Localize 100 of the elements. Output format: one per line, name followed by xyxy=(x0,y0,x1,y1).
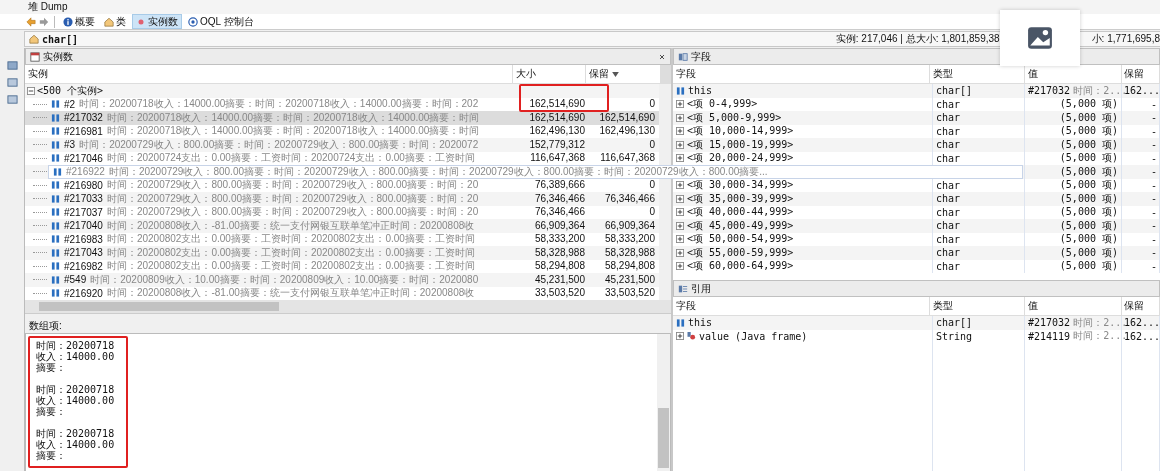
table-row[interactable]: #217037 时间：20200729收入：800.00摘要：时间：20200729收入：800.00摘要：时间：20 76,346,466 0 xyxy=(25,205,659,219)
column-header[interactable]: 保留 xyxy=(1122,65,1160,83)
column-header[interactable]: 类型 xyxy=(930,297,1025,315)
table-row[interactable]: #2 时间：20200718收入：14000.00摘要：时间：20200718收入：14000.00摘要：时间：202 162,514,690 0 xyxy=(25,97,659,111)
expand-icon[interactable] xyxy=(676,262,684,271)
size-value: 66,909,364 xyxy=(534,220,585,231)
instance-icon xyxy=(51,208,60,217)
expand-icon[interactable] xyxy=(676,235,684,244)
expand-icon[interactable] xyxy=(676,248,684,257)
expand-icon[interactable] xyxy=(676,208,684,217)
instance-id: #217046 xyxy=(64,152,103,164)
column-header[interactable]: 值 xyxy=(1025,297,1122,315)
scrollbar-thumb[interactable] xyxy=(658,408,669,468)
column-header[interactable]: 类型 xyxy=(930,65,1025,83)
class-icon xyxy=(104,16,114,27)
retained-value: 33,503,520 xyxy=(604,288,655,299)
table-row[interactable]: #216982 时间：20200802支出：0.00摘要：工资时间：20200802支出：0.00摘要：工资时间 58,294,808 58,294,808 xyxy=(25,259,659,273)
field-name: <项 50,000-54,999> xyxy=(687,232,794,247)
table-row[interactable]: #216980 时间：20200729收入：800.00摘要：时间：20200729收入：800.00摘要：时间：20 76,389,666 0 xyxy=(25,178,659,192)
scrollbar[interactable] xyxy=(25,300,671,313)
value-preview: 时间：20200718收入：14000.00摘要：时间：20200718收入：14000.00摘要：时间 xyxy=(106,124,480,139)
column-header[interactable]: 值 xyxy=(1025,65,1122,83)
column-header[interactable]: 字段 xyxy=(673,297,930,315)
table-row[interactable]: #216983 时间：20200802支出：0.00摘要：工资时间：20200802支出：0.00摘要：工资时间 58,333,200 58,333,200 xyxy=(25,232,659,246)
size-value: 162,514,690 xyxy=(529,112,585,123)
tree-node-icon[interactable] xyxy=(6,94,18,105)
size-value: 116,647,368 xyxy=(530,153,585,164)
group-label: <500 个实例> xyxy=(37,83,104,98)
retained-value: - xyxy=(1150,206,1157,218)
field-name: this xyxy=(688,85,713,97)
retained-value: 0 xyxy=(649,180,655,191)
field-value: #214119 xyxy=(1028,330,1071,342)
text-line: 摘要： xyxy=(36,450,67,461)
section-label: 数组项: xyxy=(25,319,671,333)
expand-icon[interactable] xyxy=(676,332,684,341)
field-name: value (Java frame) xyxy=(699,330,808,342)
table-icon xyxy=(30,51,40,62)
table-row[interactable]: #217033 时间：20200729收入：800.00摘要：时间：20200729收入：800.00摘要：时间：20 76,346,466 76,346,466 xyxy=(25,192,659,206)
window-title: 堆 Dump xyxy=(28,0,68,14)
table-row[interactable]: #216981 时间：20200718收入：14000.00摘要：时间：20200718收入：14000.00摘要：时间 162,496,130 162,496,130 xyxy=(25,124,659,138)
table-row[interactable]: #217043 时间：20200802支出：0.00摘要：工资时间：20200802支出：0.00摘要：工资时间 58,328,988 58,328,988 xyxy=(25,246,659,260)
forward-arrow-icon[interactable] xyxy=(39,16,49,27)
table-row[interactable]: #3 时间：20200729收入：800.00摘要：时间：20200729收入：800.00摘要：时间：2020072 152,779,312 0 xyxy=(25,138,659,152)
table-row[interactable]: #217032 时间：20200718收入：14000.00摘要：时间：20200718收入：14000.00摘要：时间 162,514,690 162,514,690 xyxy=(25,111,659,125)
table-row[interactable]: #217046 时间：20200724支出：0.00摘要：工资时间：20200724支出：0.00摘要：工资时间 116,647,368 116,647,368 xyxy=(25,151,659,165)
expand-icon[interactable] xyxy=(676,140,684,149)
back-arrow-icon[interactable] xyxy=(26,16,36,27)
instance-icon xyxy=(51,100,60,109)
text-area[interactable]: 时间：20200718 收入：14000.00 摘要： 时间：20200718 收入：14000.00 摘要： 时间：20200718 收入：14000.00 摘要： xyxy=(25,333,671,471)
collapse-icon[interactable] xyxy=(27,86,35,95)
expand-icon[interactable] xyxy=(676,154,684,163)
table-row[interactable]: #549 时间：20200809收入：10.00摘要：时间：20200809收入：10.00摘要：时间：2020080 45,231,500 45,231,500 xyxy=(25,273,659,287)
image-icon[interactable] xyxy=(1027,25,1053,51)
field-value: (5,000 项) xyxy=(1059,218,1118,233)
class-icon xyxy=(29,34,39,44)
retained-value: 76,346,466 xyxy=(604,193,655,204)
scrollbar-thumb[interactable] xyxy=(39,302,279,311)
retained-value: - xyxy=(1150,220,1157,232)
retained-value: 162... xyxy=(1124,330,1160,342)
toolbar-tab[interactable]: OQL 控制台 xyxy=(185,14,257,29)
instance-id: #217040 xyxy=(64,220,103,232)
retained-value: - xyxy=(1150,233,1157,245)
instance-id: #216920 xyxy=(64,287,103,299)
expand-icon[interactable] xyxy=(676,127,684,136)
retained-value: - xyxy=(1150,247,1157,259)
field-value: (5,000 项) xyxy=(1059,191,1118,206)
expand-icon[interactable] xyxy=(676,194,684,203)
close-icon[interactable] xyxy=(658,52,666,61)
column-header[interactable]: 保留 xyxy=(1122,297,1160,315)
field-name: <项 20,000-24,999> xyxy=(687,151,794,166)
tree-node-icon[interactable] xyxy=(6,77,18,88)
toolbar-tab[interactable]: 类 xyxy=(101,14,129,29)
column-header[interactable]: 字段 xyxy=(673,65,930,83)
field-value: (5,000 项) xyxy=(1059,124,1118,139)
tree-node-icon[interactable] xyxy=(6,60,18,71)
table-row[interactable]: #217040 时间：20200808收入：-81.00摘要：统一支付网银互联单笔冲正时间：20200808收 66,909,364 66,909,364 xyxy=(25,219,659,233)
tooltip-text: 时间：20200729收入：800.00摘要：时间：20200729收入：800.00摘要：时间：20200729收入：800.00摘要：时间：20200729收入：800.00摘要... xyxy=(108,164,768,179)
expand-icon[interactable] xyxy=(676,181,684,190)
expand-icon[interactable] xyxy=(676,100,684,109)
column-header[interactable]: 大小 xyxy=(513,65,587,83)
retained-value: 116,647,368 xyxy=(600,153,655,164)
field-name: <项 10,000-14,999> xyxy=(687,124,794,139)
field-value: (5,000 项) xyxy=(1059,97,1118,112)
text-line: 时间：20200718 xyxy=(36,384,116,395)
expand-icon[interactable] xyxy=(676,221,684,230)
scrollbar[interactable] xyxy=(657,334,670,471)
expand-icon[interactable] xyxy=(676,113,684,122)
column-header[interactable]: 实例 xyxy=(25,65,514,83)
toolbar-tab[interactable]: 实例数 xyxy=(132,14,182,29)
instance-icon xyxy=(676,86,685,95)
text-line: 时间：20200718 xyxy=(36,340,116,351)
table-row[interactable]: #216920 时间：20200808收入：-81.00摘要：统一支付网银互联单笔冲正时间：20200808收 33,503,520 33,503,520 xyxy=(25,286,659,300)
value-preview: 时间：20200802支出：0.00摘要：工资时间：20200802支出：0.00摘要：工资时间 xyxy=(106,245,475,260)
field-type: char xyxy=(936,152,961,164)
size-value: 76,346,466 xyxy=(534,193,585,204)
toolbar-tab[interactable]: 概要 xyxy=(60,14,98,29)
retained-value: 162,514,690 xyxy=(599,112,655,123)
retained-value: 0 xyxy=(649,99,655,110)
value-preview: 时间：20200718收入：14000.00摘要：时间：20200718收入：14000.00摘要：时间：202 xyxy=(79,97,479,112)
retained-value: 0 xyxy=(649,139,655,150)
